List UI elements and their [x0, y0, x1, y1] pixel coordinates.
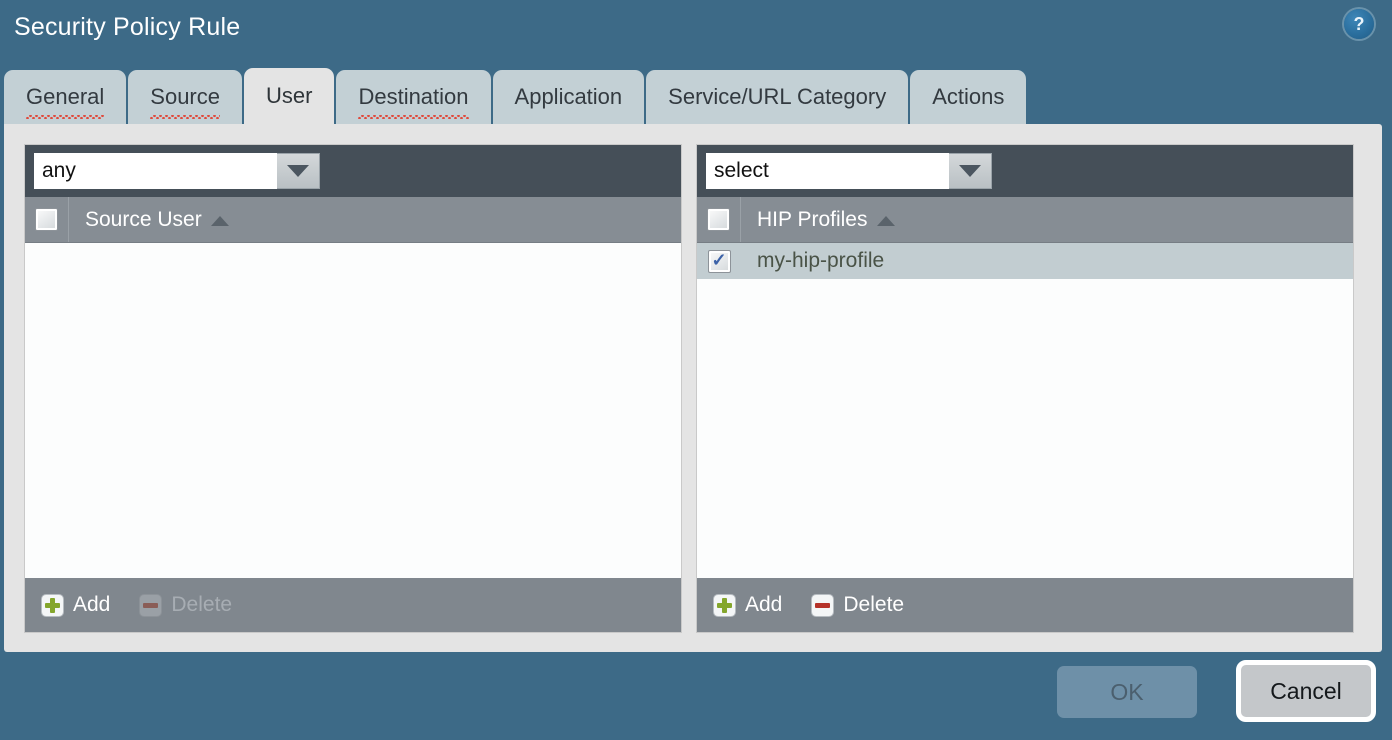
hip-profiles-column-label: HIP Profiles — [757, 207, 868, 231]
source-user-select-input[interactable] — [34, 153, 277, 189]
chevron-down-icon — [287, 165, 309, 177]
ok-button[interactable]: OK — [1057, 666, 1197, 718]
security-policy-rule-dialog: Security Policy Rule ? General Source Us… — [0, 0, 1392, 740]
source-user-column-label: Source User — [85, 207, 202, 231]
tab-user[interactable]: User — [244, 68, 335, 124]
tab-source[interactable]: Source — [128, 70, 242, 124]
page-title: Security Policy Rule — [14, 13, 241, 41]
hip-profiles-delete-label: Delete — [843, 593, 905, 616]
tab-general-label: General — [26, 84, 105, 119]
hip-profiles-delete-button[interactable]: Delete — [811, 593, 904, 617]
source-user-delete-label: Delete — [171, 593, 233, 616]
hip-profiles-table-body[interactable]: ✓ my-hip-profile — [697, 243, 1353, 578]
tab-destination-label: Destination — [358, 84, 469, 119]
hip-profiles-combobox[interactable] — [706, 153, 992, 189]
tab-destination[interactable]: Destination — [336, 70, 491, 124]
minus-icon — [139, 593, 163, 617]
tab-service-url-category[interactable]: Service/URL Category — [646, 70, 909, 124]
table-row[interactable]: ✓ my-hip-profile — [697, 243, 1353, 279]
hip-profiles-add-label: Add — [745, 593, 783, 616]
hip-profile-row-label: my-hip-profile — [757, 249, 885, 272]
source-user-footer: Add Delete — [25, 578, 681, 632]
hip-profiles-select-all-cell: ✓ — [697, 197, 741, 242]
tab-application-label: Application — [514, 84, 623, 109]
hip-profiles-dropdown-chevron-down-icon[interactable] — [949, 153, 992, 189]
plus-icon — [713, 593, 736, 617]
sort-ascending-icon — [210, 215, 229, 226]
hip-profiles-add-button[interactable]: Add — [713, 593, 782, 617]
source-user-combobox[interactable] — [34, 153, 320, 189]
hip-profile-row-checkbox[interactable]: ✓ — [707, 249, 731, 273]
source-user-select-all-cell: ✓ — [25, 197, 69, 242]
source-user-select-all-checkbox[interactable]: ✓ — [35, 208, 58, 231]
hip-profile-row-check-cell: ✓ — [697, 243, 741, 279]
help-question-icon[interactable]: ? — [1344, 9, 1374, 39]
source-user-dropdown-chevron-down-icon[interactable] — [277, 153, 320, 189]
dialog-button-bar: OK Cancel — [0, 652, 1392, 740]
hip-profiles-select-all-checkbox[interactable]: ✓ — [707, 208, 730, 231]
tab-service-url-category-label: Service/URL Category — [668, 84, 887, 109]
cancel-button[interactable]: Cancel — [1236, 660, 1376, 722]
source-user-panel: ✓ Source User Add — [24, 144, 682, 633]
minus-icon — [811, 593, 835, 617]
hip-profiles-panel: ✓ HIP Profiles ✓ — [696, 144, 1354, 633]
chevron-down-icon — [959, 165, 981, 177]
source-user-column-header[interactable]: Source User — [69, 208, 229, 232]
tab-actions-label: Actions — [932, 84, 1005, 109]
hip-profiles-selector-bar — [697, 145, 1353, 197]
tab-source-label: Source — [150, 84, 220, 119]
plus-icon — [41, 593, 64, 617]
panels-container: ✓ Source User Add — [24, 144, 1354, 633]
hip-profiles-select-input[interactable] — [706, 153, 949, 189]
source-user-delete-button: Delete — [139, 593, 232, 617]
hip-profiles-table-header: ✓ HIP Profiles — [697, 197, 1353, 243]
source-user-add-button[interactable]: Add — [41, 593, 110, 617]
sort-ascending-icon — [876, 215, 895, 226]
source-user-table-header: ✓ Source User — [25, 197, 681, 243]
tab-user-label: User — [266, 83, 313, 108]
tab-actions[interactable]: Actions — [910, 70, 1027, 124]
help-icon-glyph: ? — [1353, 13, 1365, 34]
tab-application[interactable]: Application — [492, 70, 645, 124]
tab-general[interactable]: General — [4, 70, 127, 124]
tab-bar: General Source User Destination Applicat… — [0, 68, 1392, 124]
source-user-table-body[interactable] — [25, 243, 681, 578]
user-tab-content: ✓ Source User Add — [4, 124, 1382, 652]
dialog-titlebar: Security Policy Rule ? — [0, 0, 1392, 64]
checkmark-icon: ✓ — [711, 250, 727, 270]
source-user-selector-bar — [25, 145, 681, 197]
source-user-add-label: Add — [73, 593, 111, 616]
hip-profiles-footer: Add Delete — [697, 578, 1353, 632]
hip-profiles-column-header[interactable]: HIP Profiles — [741, 208, 895, 232]
